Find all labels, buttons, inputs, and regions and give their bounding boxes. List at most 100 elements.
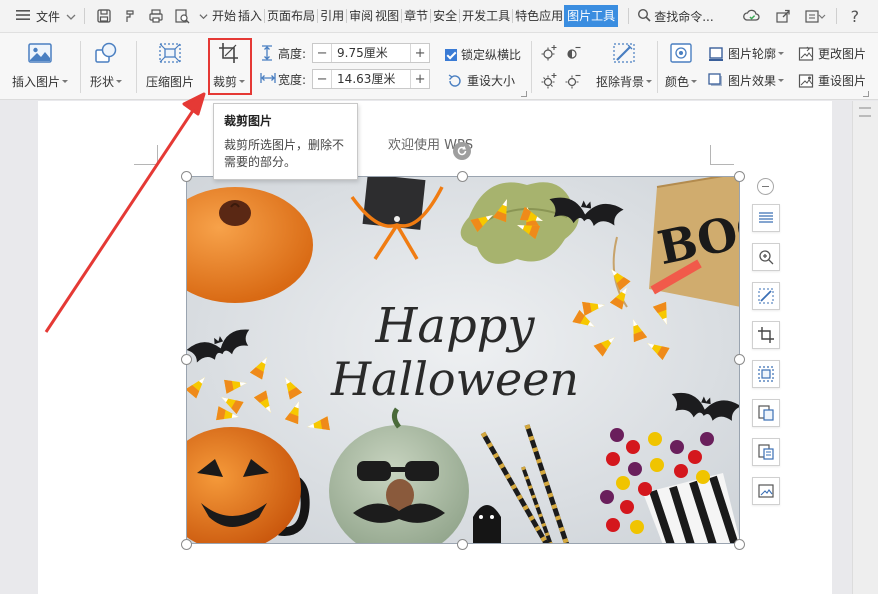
chevron-down-icon: [116, 80, 123, 83]
help-button[interactable]: ?: [849, 5, 862, 27]
picture-text-icon: [758, 405, 774, 421]
height-decrease-button[interactable]: −: [313, 44, 331, 62]
tab-start[interactable]: 开始: [211, 5, 237, 27]
contrast-decrease-icon[interactable]: [564, 72, 582, 90]
resize-handle-middle-left[interactable]: [181, 354, 192, 365]
change-picture-label: 更改图片: [818, 47, 867, 61]
brightness-decrease-icon[interactable]: [564, 44, 582, 62]
reset-picture-button[interactable]: 重设图片: [798, 72, 866, 89]
magic-wand-icon: [758, 288, 774, 304]
save-icon[interactable]: [93, 5, 115, 27]
rotate-handle[interactable]: [453, 142, 471, 160]
halloween-picture[interactable]: BOO Happy Halloween: [186, 176, 740, 544]
color-button[interactable]: 颜色: [665, 39, 698, 90]
tab-page-layout[interactable]: 页面布局: [266, 5, 316, 27]
tab-references[interactable]: 引用: [319, 5, 345, 27]
picture-outline-icon: [708, 46, 724, 62]
resize-handle-bottom-right[interactable]: [734, 539, 745, 550]
contrast-increase-icon[interactable]: [540, 72, 558, 90]
menu-bar: 文件 开始 插入 页面布局 引用 审阅 视图 章节 安全 开发工具 特色应用 图…: [0, 0, 878, 33]
chevron-down-icon: [66, 9, 76, 23]
tab-insert[interactable]: 插入: [237, 5, 263, 27]
crop-highlight-box: [208, 38, 252, 95]
share-icon[interactable]: [772, 5, 794, 27]
width-label: 宽度:: [278, 72, 307, 87]
layout-options-button[interactable]: [752, 204, 780, 232]
picture-edit-icon: [758, 484, 774, 498]
format-painter-icon[interactable]: [119, 5, 141, 27]
search-command[interactable]: 查找命令...: [635, 5, 715, 27]
search-command-label: 查找命令...: [654, 9, 714, 24]
hamburger-icon: [16, 9, 30, 24]
divider: [264, 9, 266, 23]
tab-review[interactable]: 审阅: [348, 5, 374, 27]
tab-special-apps[interactable]: 特色应用: [514, 5, 564, 27]
print-icon[interactable]: [145, 5, 167, 27]
picture-effects-button[interactable]: 图片效果: [708, 72, 785, 89]
scroll-thumb[interactable]: [859, 107, 871, 117]
picture-effects-label: 图片效果: [728, 74, 777, 88]
lock-ratio-checkbox[interactable]: 锁定纵横比: [445, 46, 521, 63]
tab-section[interactable]: 章节: [403, 5, 429, 27]
width-increase-button[interactable]: +: [411, 70, 429, 88]
rotate-icon: [457, 146, 467, 156]
reset-size-icon: [447, 73, 463, 89]
side-remove-background-button[interactable]: [752, 282, 780, 310]
compress-picture-button[interactable]: 压缩图片: [146, 39, 194, 90]
resize-handle-bottom-center[interactable]: [457, 539, 468, 550]
more-chevron-icon[interactable]: [197, 5, 209, 27]
resize-handle-top-right[interactable]: [734, 171, 745, 182]
resize-handle-bottom-left[interactable]: [181, 539, 192, 550]
remove-background-button[interactable]: 抠除背景: [596, 39, 653, 90]
reset-size-button[interactable]: 重设大小: [447, 72, 515, 89]
cloud-sync-icon[interactable]: [738, 5, 766, 27]
vertical-scrollbar[interactable]: [852, 101, 878, 594]
resize-handle-middle-right[interactable]: [734, 354, 745, 365]
insert-picture-button[interactable]: 插入图片: [12, 39, 69, 90]
print-preview-icon[interactable]: [171, 5, 193, 27]
color-label: 颜色: [665, 75, 690, 89]
resize-handle-top-left[interactable]: [181, 171, 192, 182]
reset-size-label: 重设大小: [467, 74, 516, 88]
collapse-toolbar-button[interactable]: [757, 178, 774, 195]
picture-outline-label: 图片轮廓: [728, 47, 777, 61]
width-icon: [260, 71, 276, 87]
height-label: 高度:: [278, 46, 307, 61]
zoom-in-icon: [759, 250, 774, 265]
shape-button[interactable]: 形状: [90, 39, 123, 90]
picture-outline-button[interactable]: 图片轮廓: [708, 45, 785, 62]
history-icon[interactable]: [800, 5, 830, 27]
zoom-picture-button[interactable]: [752, 243, 780, 271]
side-picture-to-text-button[interactable]: [752, 399, 780, 427]
side-picture-translate-button[interactable]: [752, 438, 780, 466]
picture-frame-icon: [758, 366, 774, 382]
side-image-tool-button[interactable]: [752, 360, 780, 388]
crop-tooltip: 裁剪图片 裁剪所选图片，删除不需要的部分。: [213, 103, 358, 180]
height-row: 高度: − 9.75厘米 +: [260, 43, 431, 63]
divider: [430, 9, 432, 23]
insert-picture-label: 插入图片: [12, 75, 61, 89]
tab-picture-tools[interactable]: 图片工具: [564, 5, 619, 27]
dialog-launcher-icon[interactable]: [521, 91, 527, 97]
resize-handle-top-center[interactable]: [457, 171, 468, 182]
width-input[interactable]: 14.63厘米: [331, 70, 412, 88]
ribbon: 插入图片 形状 压缩图片 裁剪 高度: − 9.75厘米 + 宽度: − 14.…: [0, 33, 878, 100]
side-crop-button[interactable]: [752, 321, 780, 349]
dialog-launcher-icon[interactable]: [863, 91, 869, 97]
tab-view[interactable]: 视图: [374, 5, 400, 27]
divider: [628, 8, 630, 24]
tab-security[interactable]: 安全: [432, 5, 458, 27]
height-increase-button[interactable]: +: [411, 44, 429, 62]
brightness-increase-icon[interactable]: [540, 44, 558, 62]
height-stepper[interactable]: − 9.75厘米 +: [312, 43, 431, 63]
chevron-down-icon: [691, 80, 698, 83]
width-stepper[interactable]: − 14.63厘米 +: [312, 69, 431, 89]
width-decrease-button[interactable]: −: [313, 70, 331, 88]
tab-developer[interactable]: 开发工具: [461, 5, 511, 27]
file-menu[interactable]: 文件: [14, 5, 78, 27]
lock-ratio-label: 锁定纵横比: [461, 48, 522, 62]
change-picture-button[interactable]: 更改图片: [798, 45, 866, 62]
minus-icon: [762, 186, 769, 187]
height-input[interactable]: 9.75厘米: [331, 44, 412, 62]
side-picture-more-button[interactable]: [752, 477, 780, 505]
